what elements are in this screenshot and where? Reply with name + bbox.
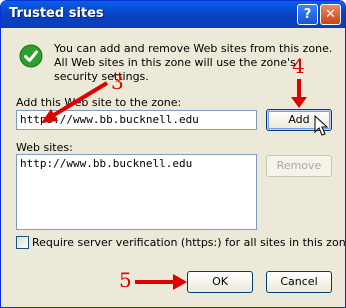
add-button[interactable]: Add xyxy=(266,109,332,131)
help-icon: ? xyxy=(303,7,312,22)
web-sites-label: Web sites: xyxy=(16,141,73,154)
require-https-label: Require server verification (https:) for… xyxy=(32,236,346,249)
close-button[interactable]: ✕ xyxy=(320,4,341,25)
add-site-label: Add this Web site to the zone: xyxy=(16,96,182,109)
check-icon xyxy=(19,44,43,68)
step-3-annotation: 3 xyxy=(111,70,124,94)
window-title: Trusted sites xyxy=(9,6,104,21)
ok-button[interactable]: OK xyxy=(187,271,253,293)
step-5-annotation: 5 xyxy=(119,268,132,292)
step-4-annotation: 4 xyxy=(292,54,305,78)
list-item[interactable]: http://www.bb.bucknell.edu xyxy=(20,157,253,170)
arrow-4-head xyxy=(291,97,307,108)
web-sites-list[interactable]: http://www.bb.bucknell.edu xyxy=(16,154,257,230)
trusted-sites-dialog: Trusted sites ? ✕ You can add and remove… xyxy=(0,0,346,308)
require-https-checkbox[interactable] xyxy=(16,236,29,249)
help-button[interactable]: ? xyxy=(297,4,318,25)
close-icon: ✕ xyxy=(325,7,336,22)
arrow-5-head xyxy=(173,274,187,290)
remove-button[interactable]: Remove xyxy=(266,155,332,177)
cancel-button[interactable]: Cancel xyxy=(266,271,332,293)
title-bar[interactable]: Trusted sites ? ✕ xyxy=(1,1,345,28)
add-site-input[interactable]: https://www.bb.bucknell.edu xyxy=(16,110,257,130)
